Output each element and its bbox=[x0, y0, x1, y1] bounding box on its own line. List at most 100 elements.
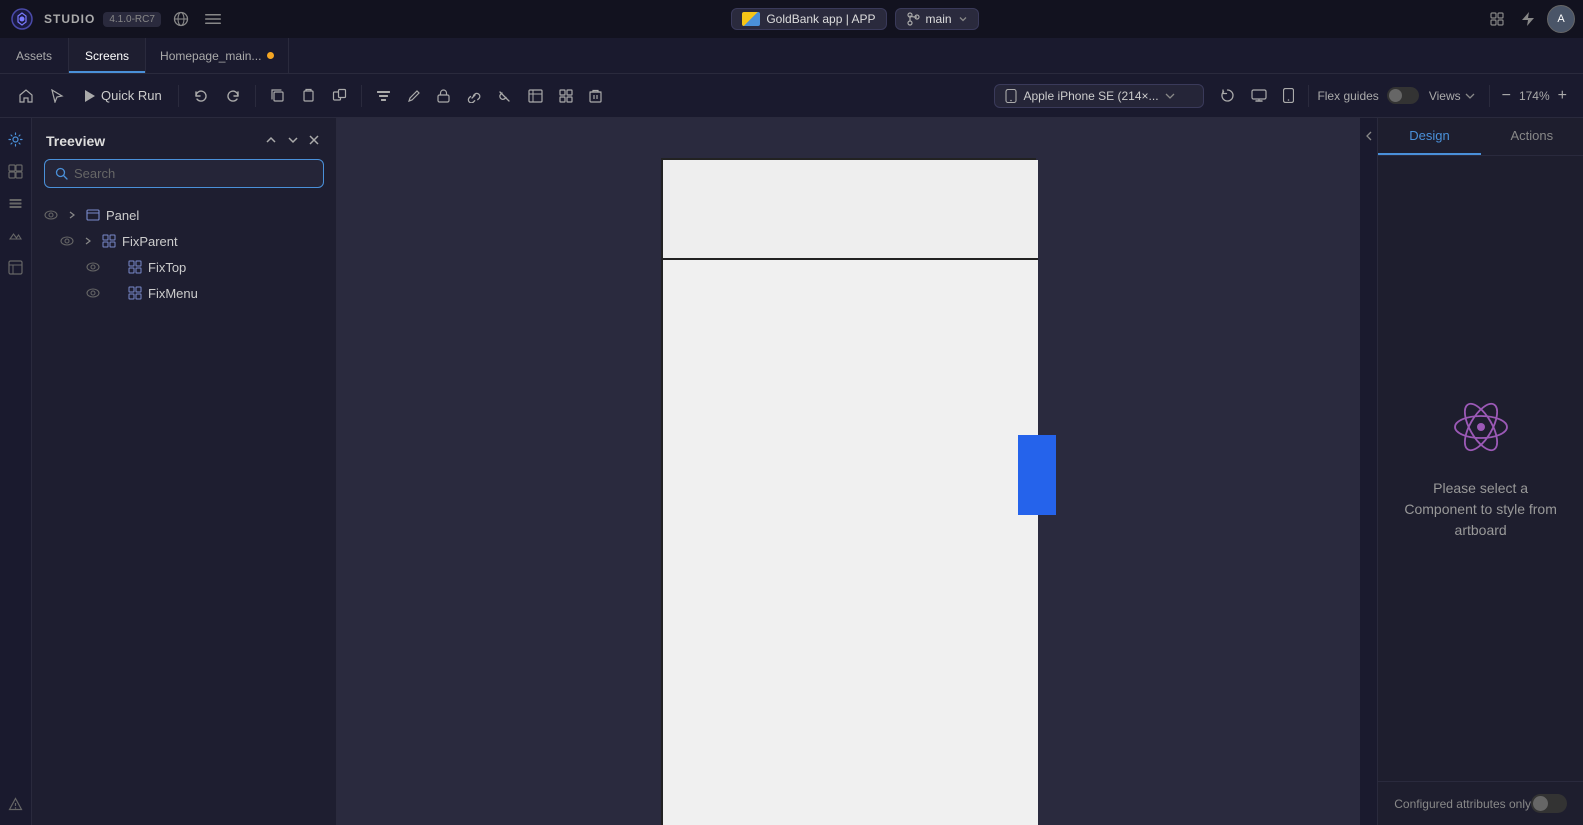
grid-btn[interactable] bbox=[553, 83, 579, 109]
top-nav: STUDIO 4.1.0-RC7 GoldBank app | APP main… bbox=[0, 0, 1583, 38]
zoom-in-btn[interactable]: + bbox=[1554, 85, 1571, 107]
branch-label: main bbox=[926, 12, 952, 26]
toolbar-sep-4 bbox=[1308, 85, 1309, 107]
tree-content: Panel FixParent bbox=[32, 198, 336, 825]
branch-badge[interactable]: main bbox=[895, 8, 979, 30]
copy-btn[interactable] bbox=[264, 82, 291, 109]
tab-design[interactable]: Design bbox=[1378, 118, 1480, 155]
search-icon bbox=[55, 167, 68, 180]
right-content-empty: Please select a Component to style from … bbox=[1378, 156, 1583, 781]
app-badge-icon bbox=[742, 12, 760, 26]
branch-icon bbox=[906, 12, 920, 26]
artboard-body bbox=[663, 260, 1038, 825]
pen-btn[interactable] bbox=[401, 83, 427, 109]
canvas-area[interactable] bbox=[337, 118, 1360, 825]
eye-icon-fixmenu[interactable] bbox=[84, 284, 102, 302]
refresh-btn[interactable] bbox=[1214, 82, 1241, 109]
chevron-down-icon bbox=[958, 14, 968, 24]
plugins-icon-btn[interactable] bbox=[1485, 7, 1509, 31]
sidebar-settings-icon[interactable] bbox=[3, 126, 29, 152]
tree-label-panel: Panel bbox=[106, 208, 139, 223]
paste-btn[interactable] bbox=[295, 82, 322, 109]
component-icon-fixparent bbox=[100, 232, 118, 250]
frame-btn[interactable] bbox=[522, 83, 549, 109]
treeview-header: Treeview bbox=[32, 118, 336, 159]
tab-screens[interactable]: Screens bbox=[69, 38, 146, 73]
treeview-title: Treeview bbox=[46, 133, 105, 149]
right-tabs: Design Actions bbox=[1378, 118, 1583, 156]
sidebar-assets-icon[interactable] bbox=[3, 222, 29, 248]
sidebar-components-icon[interactable] bbox=[3, 158, 29, 184]
tab-actions[interactable]: Actions bbox=[1481, 118, 1583, 155]
align-btn[interactable] bbox=[370, 82, 397, 109]
eye-icon-fixtop[interactable] bbox=[84, 258, 102, 276]
zoom-out-btn[interactable]: − bbox=[1498, 85, 1515, 107]
artboard-top-section bbox=[663, 160, 1038, 260]
expand-icon-fixparent[interactable] bbox=[80, 233, 96, 249]
app-badge[interactable]: GoldBank app | APP bbox=[731, 8, 886, 30]
right-bottom-bar: Configured attributes only bbox=[1378, 781, 1583, 825]
tree-item-fixmenu[interactable]: FixMenu bbox=[32, 280, 336, 306]
treeview-down-btn[interactable] bbox=[284, 130, 302, 151]
tree-item-fixtop[interactable]: FixTop bbox=[32, 254, 336, 280]
sidebar-layers-icon[interactable] bbox=[3, 190, 29, 216]
views-btn[interactable]: Views bbox=[1423, 85, 1481, 107]
right-panel-inner: Design Actions Please select a Component… bbox=[1378, 118, 1583, 825]
zoom-controls: − 174% + bbox=[1498, 85, 1571, 107]
search-input[interactable] bbox=[74, 166, 313, 181]
toolbar-sep-5 bbox=[1489, 85, 1490, 107]
paste2-btn[interactable] bbox=[326, 82, 353, 109]
component-icon-fixmenu bbox=[126, 284, 144, 302]
lightning-icon-btn[interactable] bbox=[1517, 7, 1539, 31]
sidebar-warning-icon[interactable] bbox=[3, 791, 29, 817]
zoom-level: 174% bbox=[1519, 89, 1550, 103]
expand-icon-fixmenu bbox=[106, 285, 122, 301]
configured-toggle[interactable] bbox=[1531, 794, 1567, 813]
redo-btn[interactable] bbox=[219, 82, 247, 110]
link-btn[interactable] bbox=[460, 83, 487, 109]
globe-icon-btn[interactable] bbox=[169, 7, 193, 31]
artboard[interactable] bbox=[661, 158, 1036, 825]
home-toolbar-btn[interactable] bbox=[12, 82, 40, 110]
atom-icon bbox=[1451, 397, 1511, 462]
menu-icon-btn[interactable] bbox=[201, 7, 225, 31]
treeview-close-btn[interactable] bbox=[306, 130, 322, 151]
app-badge-label: GoldBank app | APP bbox=[766, 12, 875, 26]
select-btn[interactable] bbox=[44, 83, 70, 109]
logo-icon bbox=[8, 5, 36, 33]
expand-icon-fixtop bbox=[106, 259, 122, 275]
tabs-bar: Assets Screens Homepage_main... bbox=[0, 38, 1583, 74]
treeview-up-btn[interactable] bbox=[262, 130, 280, 151]
layout-mobile-btn[interactable] bbox=[1277, 82, 1300, 109]
quick-run-btn[interactable]: Quick Run bbox=[74, 84, 170, 107]
search-box bbox=[44, 159, 324, 188]
tab-assets[interactable]: Assets bbox=[0, 38, 69, 73]
sidebar-data-icon[interactable] bbox=[3, 254, 29, 280]
unlink-btn[interactable] bbox=[491, 83, 518, 109]
panel-icon bbox=[84, 206, 102, 224]
chevron-down-device bbox=[1165, 92, 1175, 100]
undo-btn[interactable] bbox=[187, 82, 215, 110]
tree-item-panel[interactable]: Panel bbox=[32, 202, 336, 228]
delete-btn[interactable] bbox=[583, 83, 608, 109]
left-sidebar bbox=[0, 118, 32, 825]
tree-label-fixmenu: FixMenu bbox=[148, 286, 198, 301]
component-icon-fixtop bbox=[126, 258, 144, 276]
tab-file[interactable]: Homepage_main... bbox=[146, 38, 289, 73]
studio-label: STUDIO bbox=[44, 12, 95, 26]
tree-item-fixparent[interactable]: FixParent bbox=[32, 228, 336, 254]
tree-label-fixtop: FixTop bbox=[148, 260, 186, 275]
device-selector[interactable]: Apple iPhone SE (214×... bbox=[994, 84, 1204, 108]
eye-icon-panel[interactable] bbox=[42, 206, 60, 224]
expand-icon-panel[interactable] bbox=[64, 207, 80, 223]
flex-guides-toggle[interactable] bbox=[1387, 87, 1419, 104]
treeview-actions bbox=[262, 130, 322, 151]
right-nav: A bbox=[1485, 5, 1575, 33]
eye-icon-fixparent[interactable] bbox=[58, 232, 76, 250]
layout-desktop-btn[interactable] bbox=[1245, 83, 1273, 108]
avatar[interactable]: A bbox=[1547, 5, 1575, 33]
treeview-panel: Treeview bbox=[32, 118, 337, 825]
right-panel-collapse-btn[interactable] bbox=[1360, 118, 1378, 825]
toolbar-sep-1 bbox=[178, 85, 179, 107]
lock-btn[interactable] bbox=[431, 83, 456, 109]
